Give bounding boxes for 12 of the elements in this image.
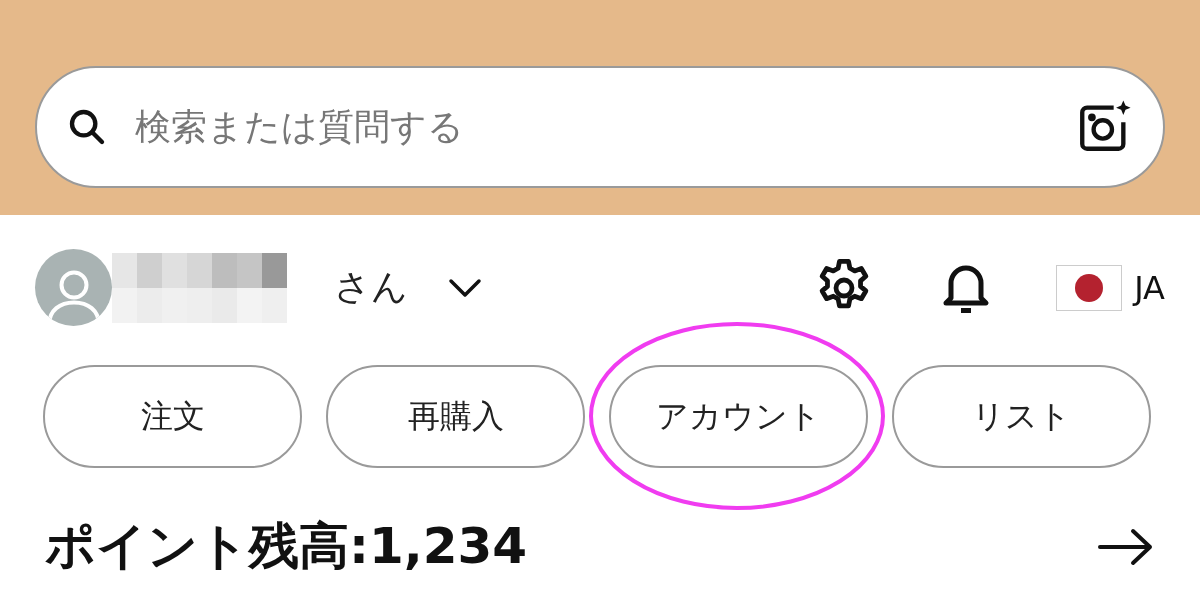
user-name-suffix: さん (334, 265, 408, 309)
chevron-down-icon[interactable] (448, 277, 482, 298)
search-field[interactable]: 検索または質問する (133, 105, 1049, 148)
flag-icon[interactable] (1056, 264, 1123, 311)
arrow-right-icon[interactable] (1097, 526, 1155, 567)
language-label[interactable]: JA (1134, 268, 1165, 307)
search-bar[interactable]: 検索または質問する (35, 65, 1165, 188)
nav-pill-button[interactable]: アカウント (609, 365, 868, 468)
nav-pill-button[interactable]: 注文 (43, 365, 302, 468)
nav-pill-button[interactable]: 再購入 (326, 365, 585, 468)
points-balance: ポイント残高:1,234 (45, 516, 528, 577)
nav-pill-button[interactable]: リスト (892, 365, 1151, 468)
